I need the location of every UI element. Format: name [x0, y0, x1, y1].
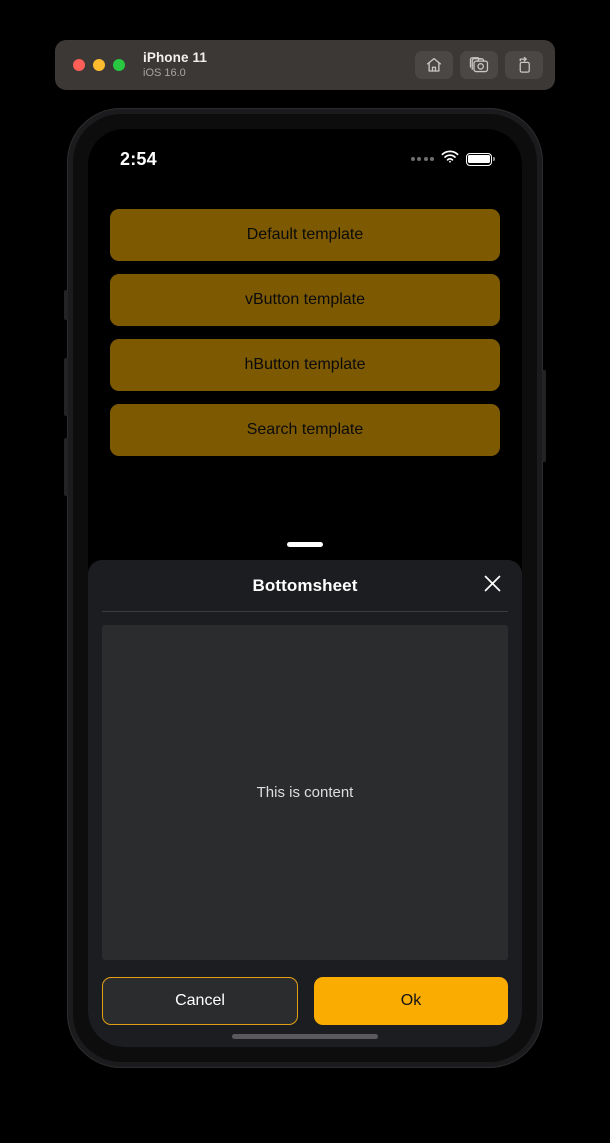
bottomsheet-footer: Cancel Ok [88, 970, 522, 1025]
default-template-button[interactable]: Default template [110, 209, 500, 261]
device-screen: 2:54 Default template vButton template h… [88, 129, 522, 1047]
screenshot-button[interactable] [460, 51, 498, 79]
hbutton-template-button[interactable]: hButton template [110, 339, 500, 391]
power-button[interactable] [542, 370, 546, 462]
window-controls [73, 59, 125, 71]
simulator-device-info: iPhone 11 iOS 16.0 [143, 50, 207, 79]
simulator-titlebar: iPhone 11 iOS 16.0 [55, 40, 555, 90]
close-x-icon [482, 573, 503, 599]
silent-switch[interactable] [64, 290, 68, 320]
close-window-button[interactable] [73, 59, 85, 71]
bottomsheet-title: Bottomsheet [252, 575, 358, 595]
os-version: iOS 16.0 [143, 66, 186, 79]
volume-up-button[interactable] [64, 358, 68, 416]
rotate-icon [515, 56, 533, 74]
bottomsheet: Bottomsheet This is content Cancel Ok [88, 560, 522, 1047]
volume-down-button[interactable] [64, 438, 68, 496]
template-button-list: Default template vButton template hButto… [88, 209, 522, 456]
content-area: This is content [102, 625, 508, 960]
content-text: This is content [256, 784, 354, 801]
battery-icon [466, 152, 495, 166]
minimize-window-button[interactable] [93, 59, 105, 71]
home-icon [425, 56, 443, 74]
device-name: iPhone 11 [143, 50, 207, 66]
close-button[interactable] [477, 571, 507, 601]
sheet-drag-handle[interactable] [287, 542, 323, 547]
vbutton-template-button[interactable]: vButton template [110, 274, 500, 326]
zoom-window-button[interactable] [113, 59, 125, 71]
simulator-actions [415, 51, 543, 79]
search-template-button[interactable]: Search template [110, 404, 500, 456]
screenshot-icon [469, 56, 489, 74]
wifi-icon [441, 150, 459, 168]
bottomsheet-header: Bottomsheet [88, 560, 522, 611]
home-indicator [88, 1025, 522, 1047]
rotate-button[interactable] [505, 51, 543, 79]
phone-frame: 2:54 Default template vButton template h… [64, 108, 546, 1068]
status-time: 2:54 [120, 148, 157, 169]
status-icons [410, 150, 495, 168]
bottomsheet-body: This is content [88, 612, 522, 970]
status-bar: 2:54 [88, 129, 522, 189]
cellular-signal-icon [410, 157, 434, 161]
cancel-button[interactable]: Cancel [102, 977, 298, 1025]
ok-button[interactable]: Ok [314, 977, 508, 1025]
home-button[interactable] [415, 51, 453, 79]
